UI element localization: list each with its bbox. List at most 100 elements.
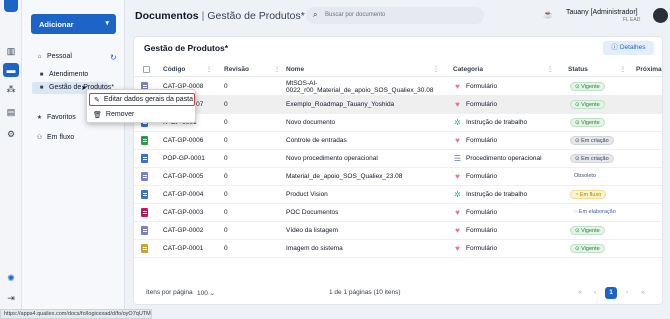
previous-page-button[interactable]: ‹ xyxy=(589,287,601,299)
status-label: Em elaboração xyxy=(578,209,616,215)
table-row[interactable]: CAT-GP-0005 0 Material_de_apoio_SOS_Qualie… xyxy=(134,168,662,186)
page-title: Documentos | Gestão de Produtos* xyxy=(135,10,305,22)
table-row[interactable]: CAT-GP-0004 0 Product Vision ✲ Instrução de … xyxy=(134,186,662,204)
search-input[interactable]: ⌕ Buscar por documento xyxy=(306,7,484,24)
document-icon[interactable]: ▤ xyxy=(5,106,17,118)
top-bar: Documentos | Gestão de Produtos* ⌕ Buscar … xyxy=(125,0,670,32)
app-logo[interactable] xyxy=(4,0,18,12)
current-page-button[interactable]: 1 xyxy=(605,287,617,299)
cell-category: ✲ Instrução de trabalho xyxy=(453,118,527,127)
cell-name[interactable]: Controle de entradas xyxy=(286,137,347,144)
coffee-icon[interactable]: ☕ xyxy=(543,10,553,19)
cell-revision: 0 xyxy=(224,101,228,108)
file-icon xyxy=(141,190,148,199)
status-label: Vigente xyxy=(581,120,600,126)
settings-icon[interactable]: ⚙ xyxy=(5,128,17,140)
cell-category: ♥ Formulário xyxy=(453,244,497,253)
cell-name[interactable]: Novo documento xyxy=(286,119,335,126)
category-label: Formulário xyxy=(466,83,498,90)
search-icon: ⌕ xyxy=(313,10,318,19)
last-page-button[interactable]: » xyxy=(637,287,649,299)
cell-name[interactable]: Exemplo_Roadmap_Tauany_Yoshida xyxy=(286,101,394,108)
category-label: Procedimento operacional xyxy=(466,155,542,162)
home-icon: ⌂ xyxy=(37,53,42,60)
cell-category: ✲ Instrução de trabalho xyxy=(453,190,527,199)
table-row[interactable]: POP-GP-0001 0 Novo procedimento operaciona… xyxy=(134,150,662,168)
cell-category: ♥ Formulário xyxy=(453,82,497,91)
cell-code: CAT-GP-0001 xyxy=(163,245,204,252)
status-badge: ⊙ Vigente xyxy=(570,226,605,235)
folder-icon: ■ xyxy=(39,71,44,78)
status-badge: ⊙ Vigente xyxy=(570,100,605,109)
edit-folder-menu-item[interactable]: ✎ Editar dados gerais da pasta xyxy=(89,93,195,106)
folder-label: Favoritos xyxy=(47,114,76,121)
user-name[interactable]: Tauany [Administrador] xyxy=(566,9,638,16)
column-header-name[interactable]: Nome xyxy=(286,66,304,73)
column-menu-icon[interactable]: ⋮ xyxy=(206,66,212,73)
table-row[interactable]: CAT-GP-0006 0 Controle de entradas ♥ Formulá… xyxy=(134,132,662,150)
status-badge: ⊙ Vigente xyxy=(570,82,605,91)
cell-name[interactable]: POC Documentos xyxy=(286,209,338,216)
add-button[interactable]: Adicionar ▾ xyxy=(31,14,116,34)
column-header-next[interactable]: Próxima xyxy=(636,66,662,73)
cell-name[interactable]: MtSOS-AI-0022_r00_Material_de_apoio_SOS_… xyxy=(286,80,433,94)
table-row[interactable]: CAT-GP-0003 0 POC Documentos ♥ Formulário ◌ E… xyxy=(134,204,662,222)
column-menu-icon[interactable]: ⋮ xyxy=(274,66,280,73)
details-button[interactable]: ⓘ Detalhes xyxy=(603,41,654,55)
dashboard-icon[interactable]: ▥ xyxy=(5,45,17,57)
category-label: Formulário xyxy=(466,209,498,216)
cell-revision: 0 xyxy=(224,119,228,126)
table-row[interactable]: CAT-GP-0008 0 MtSOS-AI-0022_r00_Material_d… xyxy=(134,78,662,96)
collapse-icon[interactable]: ⇥ xyxy=(5,292,17,304)
category-label: Formulário xyxy=(466,137,498,144)
star-icon: ★ xyxy=(36,115,43,121)
mouse-cursor-icon: ➤ xyxy=(81,85,87,92)
cell-name[interactable]: Product Vision xyxy=(286,191,328,198)
network-icon[interactable]: ⁂ xyxy=(5,83,17,95)
column-header-status[interactable]: Status xyxy=(568,66,588,73)
cell-name[interactable]: Vídeo da listagem xyxy=(286,227,338,234)
folder-item-em-fluxo[interactable]: ⚇ Em fluxo xyxy=(36,134,74,141)
select-all-checkbox[interactable] xyxy=(143,66,150,73)
table-row[interactable]: CAT-GP-00070Exemplo_Roadmap_Tauany_Yoshi… xyxy=(134,96,662,114)
first-page-button[interactable]: « xyxy=(574,287,586,299)
heart-icon: ♥ xyxy=(455,226,460,235)
cell-revision: 0 xyxy=(224,83,228,90)
avatar[interactable] xyxy=(653,8,668,23)
column-menu-icon[interactable]: ⋮ xyxy=(620,66,626,73)
column-header-code[interactable]: Código xyxy=(163,66,185,73)
heart-icon: ♥ xyxy=(455,100,460,109)
folder-item-atendimento[interactable]: ■ Atendimento xyxy=(38,71,89,78)
heart-icon: ♥ xyxy=(455,82,460,91)
column-header-revision[interactable]: Revisão xyxy=(224,66,249,73)
remove-folder-menu-item[interactable]: 🗑 Remover xyxy=(89,108,195,121)
next-page-button[interactable]: › xyxy=(621,287,633,299)
cell-category: ♥ Formulário xyxy=(453,136,497,145)
table-row[interactable]: CAT-GP-0001 0 Imagem do sistema ♥ Formulário… xyxy=(134,240,662,258)
column-header-category[interactable]: Categoria xyxy=(453,66,483,73)
table-header: Código ⋮ Revisão ⋮ Nome ⋮ Categoria ⋮ St… xyxy=(134,63,662,77)
table-row[interactable]: CAT-GP-0002 0 Vídeo da listagem ♥ Formulário… xyxy=(134,222,662,240)
folder-icon[interactable]: ▬ xyxy=(3,63,19,77)
cell-code: CAT-GP-0002 xyxy=(163,227,204,234)
per-page-value: 100 xyxy=(197,290,208,297)
folder-item-favoritos[interactable]: ★ Favoritos xyxy=(36,114,76,121)
gear-icon[interactable]: ✺ xyxy=(5,272,17,284)
folder-item-pessoal[interactable]: ⌂ Pessoal xyxy=(36,53,72,60)
folder-label: Em fluxo xyxy=(47,134,75,141)
per-page-select[interactable]: 100 ⌄ xyxy=(197,289,215,297)
folder-label: Atendimento xyxy=(49,71,89,78)
status-badge: ◌ Em elaboração xyxy=(570,208,620,217)
cell-name[interactable]: Novo procedimento operacional xyxy=(286,155,378,162)
cell-name[interactable]: Imagem do sistema xyxy=(286,245,343,252)
cell-code: CAT-GP-0005 xyxy=(163,173,204,180)
column-menu-icon[interactable]: ⋮ xyxy=(547,66,553,73)
refresh-icon[interactable]: ↻ xyxy=(110,53,117,62)
column-menu-icon[interactable]: ⋮ xyxy=(433,66,439,73)
status-badge: ⊙ Vigente xyxy=(570,118,605,127)
table-row[interactable]: IT-GP-00010Novo documento✲Instrução de t… xyxy=(134,114,662,132)
pencil-icon: ✎ xyxy=(94,96,100,104)
cell-name[interactable]: Material_de_apoio_SOS_Qualiex_23.08 xyxy=(286,173,402,180)
cell-revision: 0 xyxy=(224,191,228,198)
folder-label: Pessoal xyxy=(47,53,72,60)
